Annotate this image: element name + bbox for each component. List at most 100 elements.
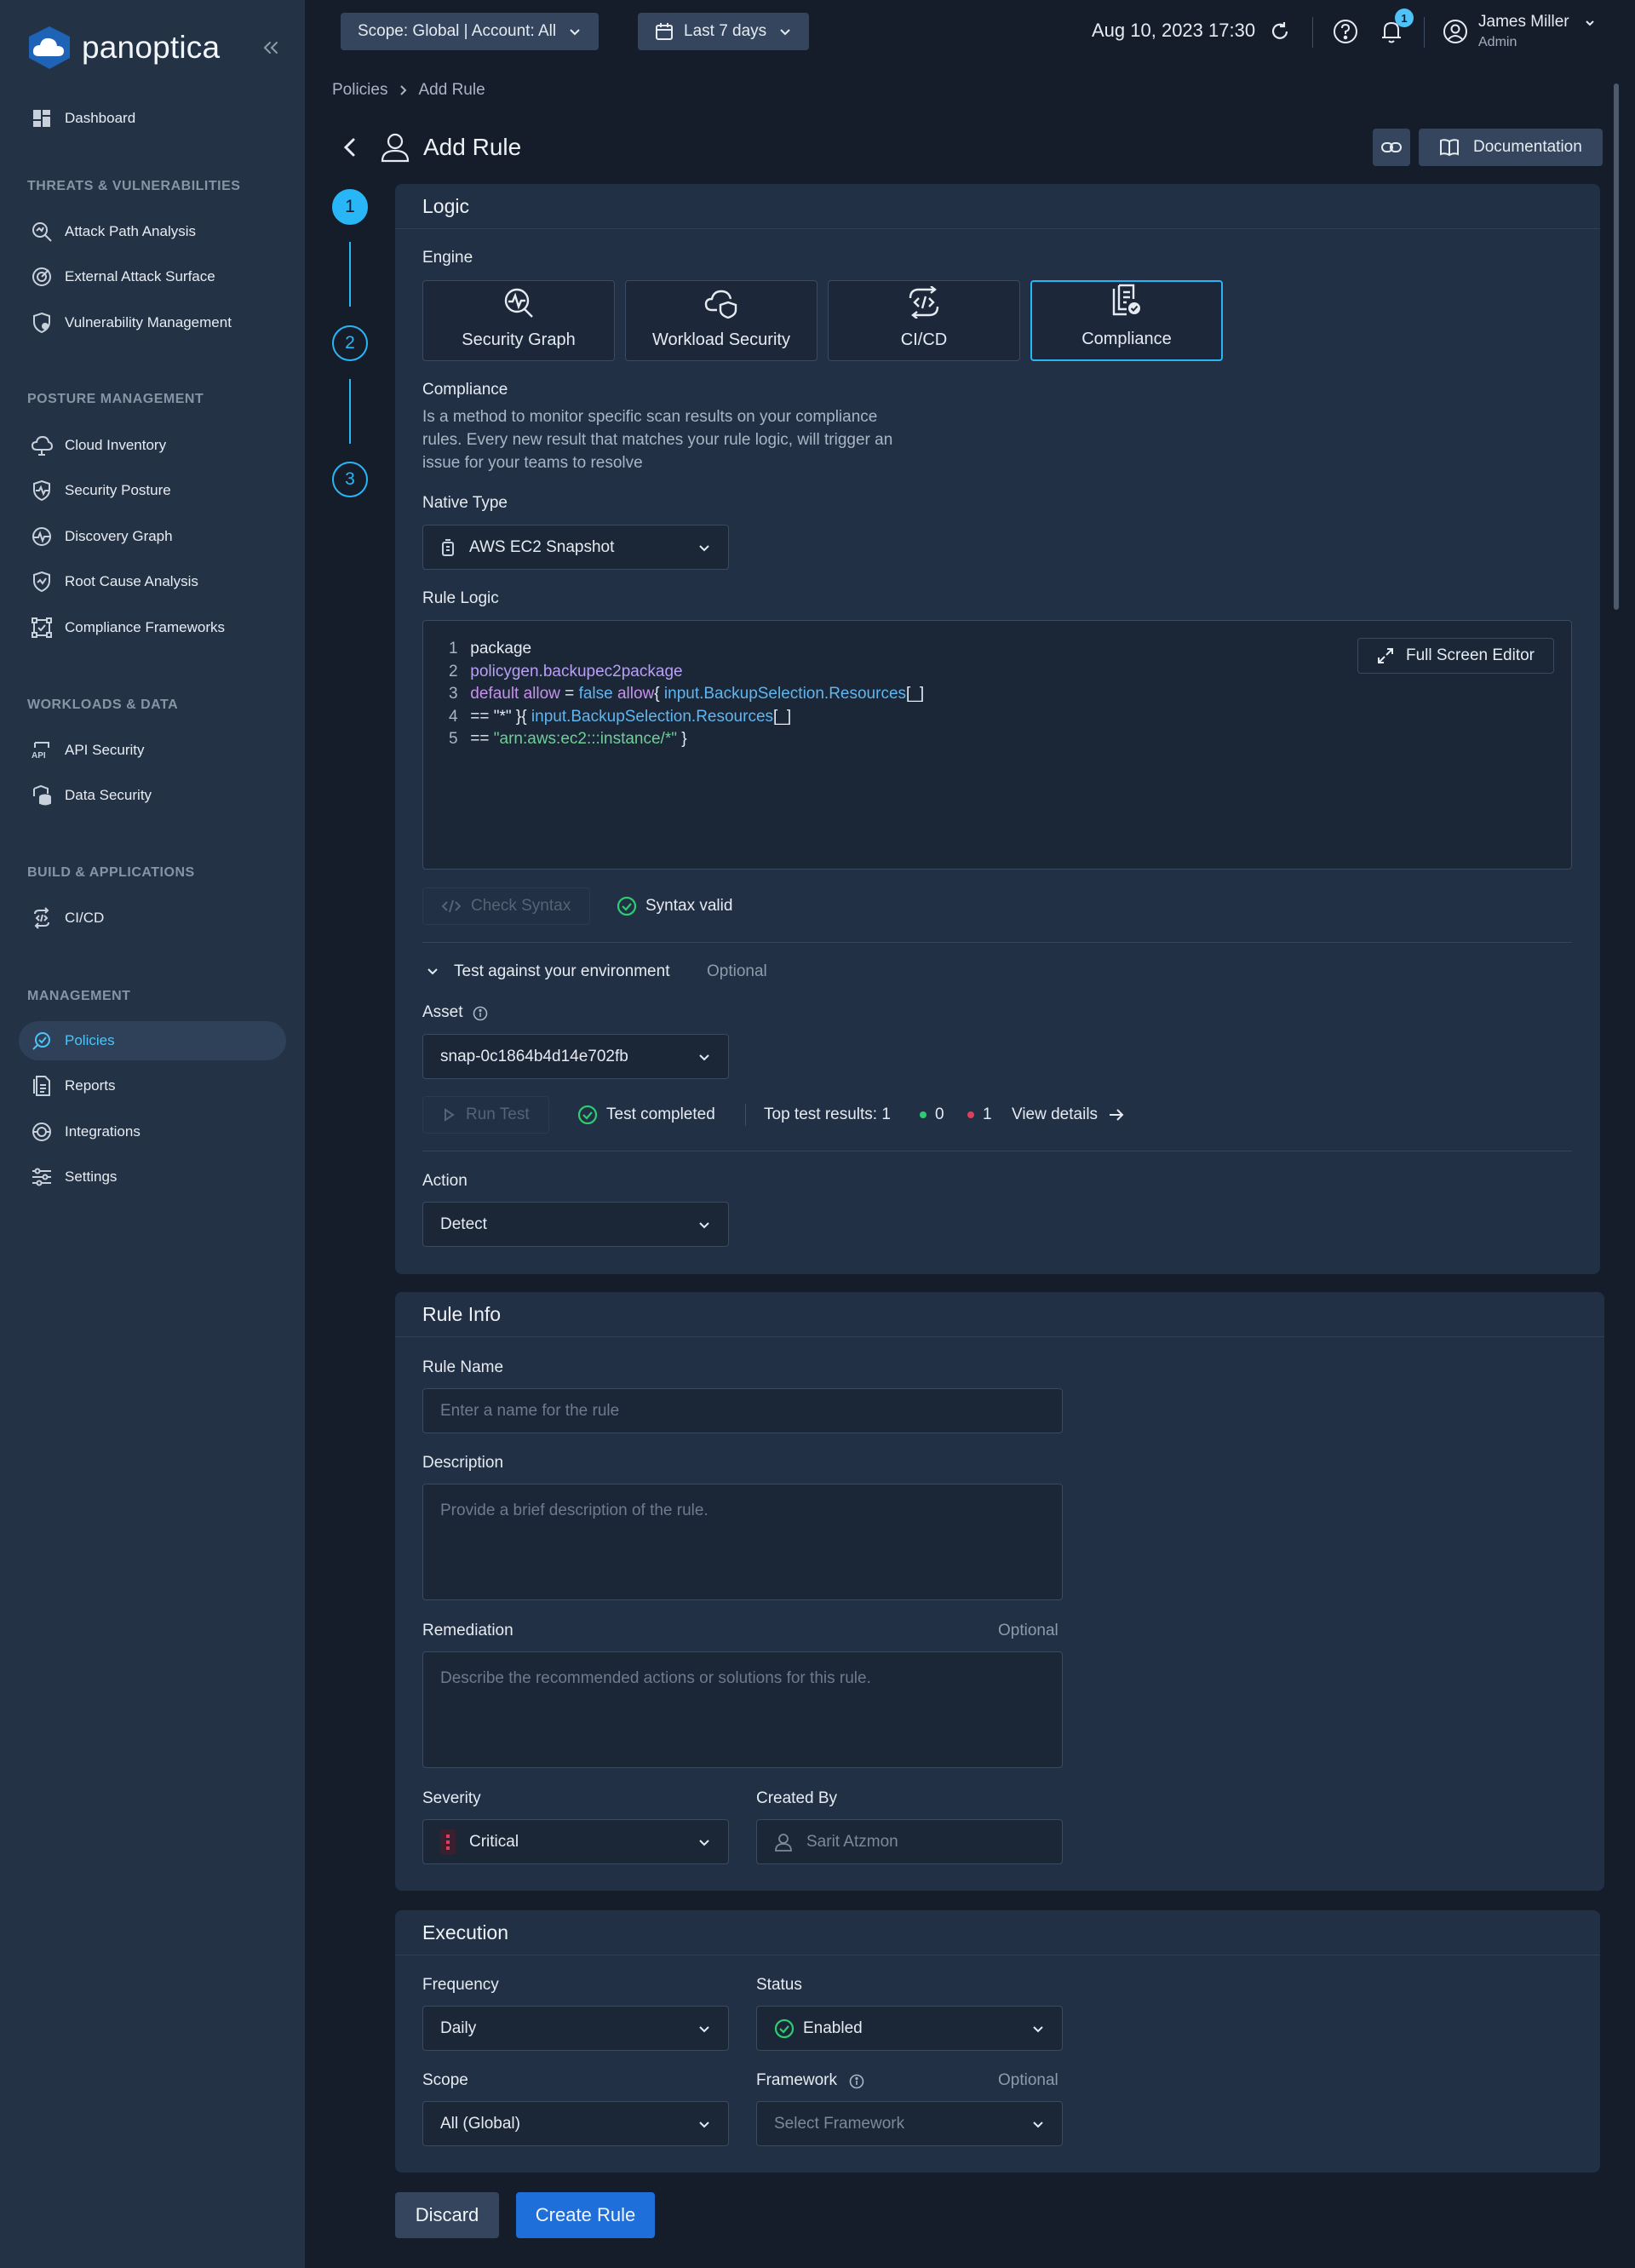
rule-logic-label: Rule Logic	[422, 589, 499, 607]
scrollbar[interactable]	[1614, 83, 1619, 610]
sidebar-item-label: Data Security	[65, 787, 152, 803]
sidebar-item-policies[interactable]: Policies	[19, 1021, 286, 1060]
action-select[interactable]: Detect	[422, 1202, 729, 1247]
user-name[interactable]: James Miller	[1478, 13, 1569, 32]
section-posture-management: POSTURE MANAGEMENT	[27, 392, 204, 406]
asset-value: snap-0c1864b4d14e702fb	[440, 1047, 628, 1065]
graph-search-icon	[504, 288, 533, 318]
discard-button[interactable]: Discard	[395, 2192, 499, 2238]
chevron-down-icon[interactable]	[426, 965, 439, 979]
create-rule-button[interactable]: Create Rule	[516, 2192, 655, 2238]
link-icon	[1381, 141, 1402, 154]
sidebar-item-discovery-graph[interactable]: Discovery Graph	[19, 517, 286, 556]
radar-icon	[29, 264, 54, 290]
sidebar-item-cicd[interactable]: CI/CD	[19, 899, 286, 938]
created-by-value: Sarit Atzmon	[806, 1832, 898, 1851]
sidebar-item-root-cause-analysis[interactable]: Root Cause Analysis	[19, 562, 286, 601]
native-type-value: AWS EC2 Snapshot	[469, 537, 615, 556]
sidebar-item-vulnerability-management[interactable]: Vulnerability Management	[19, 303, 286, 342]
asset-select[interactable]: snap-0c1864b4d14e702fb	[422, 1034, 729, 1079]
engine-label: Engine	[422, 249, 473, 267]
chevron-down-icon	[778, 25, 792, 38]
sidebar-item-attack-path-analysis[interactable]: Attack Path Analysis	[19, 212, 286, 251]
cicd-icon	[909, 286, 939, 319]
rule-logic-editor[interactable]: 1 package 2 policygen.backupec2package 3…	[422, 620, 1572, 870]
copy-link-button[interactable]	[1373, 129, 1410, 166]
syntax-status-label: Syntax valid	[645, 897, 733, 915]
engine-security-graph[interactable]: Security Graph	[422, 280, 615, 361]
rule-info-title: Rule Info	[395, 1292, 1604, 1337]
help-icon[interactable]	[1333, 19, 1358, 44]
sidebar-item-cloud-inventory[interactable]: Cloud Inventory	[19, 426, 286, 465]
status-select[interactable]: Enabled	[756, 2006, 1063, 2051]
native-type-select[interactable]: AWS EC2 Snapshot	[422, 525, 729, 570]
optional-label: Optional	[707, 962, 767, 980]
remediation-textarea[interactable]	[422, 1651, 1063, 1768]
back-icon[interactable]	[341, 136, 359, 158]
documentation-button[interactable]: Documentation	[1419, 129, 1603, 166]
info-icon[interactable]	[473, 1006, 488, 1021]
api-shield-icon: API	[29, 738, 54, 763]
framework-select[interactable]: Select Framework	[756, 2101, 1063, 2146]
notification-badge: 1	[1395, 9, 1414, 27]
sidebar-item-external-attack-surface[interactable]: External Attack Surface	[19, 257, 286, 296]
engine-compliance[interactable]: Compliance	[1030, 280, 1223, 361]
status-label: Status	[756, 1976, 802, 1994]
engine-workload-security[interactable]: Workload Security	[625, 280, 818, 361]
breadcrumb-policies[interactable]: Policies	[332, 81, 387, 100]
user-avatar-icon[interactable]	[1443, 19, 1468, 44]
full-screen-editor-button[interactable]: Full Screen Editor	[1357, 638, 1554, 674]
severity-select[interactable]: Critical	[422, 1819, 729, 1864]
section-build-applications: BUILD & APPLICATIONS	[27, 865, 195, 880]
collapse-sidebar-icon[interactable]	[261, 37, 281, 58]
status-value: Enabled	[803, 2018, 863, 2037]
test-environment-toggle[interactable]: Test against your environment	[454, 962, 669, 981]
refresh-icon[interactable]	[1270, 21, 1290, 42]
engine-label: Compliance	[1081, 330, 1172, 348]
frequency-select[interactable]: Daily	[422, 2006, 729, 2051]
section-management: MANAGEMENT	[27, 989, 131, 1003]
rule-name-input[interactable]	[422, 1388, 1063, 1433]
code-line: 5 == "arn:aws:ec2:::instance/*" }	[449, 730, 687, 749]
svg-text:API: API	[32, 751, 46, 761]
sidebar-item-label: External Attack Surface	[65, 268, 215, 284]
sidebar-item-settings[interactable]: Settings	[19, 1157, 286, 1197]
scope-selector[interactable]: Scope: Global | Account: All	[341, 13, 600, 50]
panoptica-logo-icon	[29, 26, 70, 69]
sidebar-item-api-security[interactable]: API API Security	[19, 731, 286, 770]
step-2[interactable]: 2	[332, 325, 368, 361]
sidebar-item-integrations[interactable]: Integrations	[19, 1112, 286, 1151]
policy-search-icon	[29, 1028, 54, 1054]
view-details-link[interactable]: View details	[1012, 1105, 1125, 1124]
engine-cicd[interactable]: CI/CD	[828, 280, 1020, 361]
code-line: 1 package	[449, 640, 531, 658]
test-status: Test completed	[577, 1105, 715, 1125]
pass-count: 0	[920, 1105, 944, 1124]
date-range-selector[interactable]: Last 7 days	[638, 13, 810, 50]
sidebar-item-security-posture[interactable]: Security Posture	[19, 471, 286, 510]
test-status-label: Test completed	[606, 1105, 715, 1123]
check-syntax-button[interactable]: Check Syntax	[422, 887, 591, 925]
sidebar-item-data-security[interactable]: Data Security	[19, 776, 286, 815]
code-token: }	[676, 730, 687, 748]
step-1[interactable]: 1	[332, 189, 368, 225]
scope-select[interactable]: All (Global)	[422, 2101, 729, 2146]
sidebar-item-reports[interactable]: Reports	[19, 1066, 286, 1105]
sidebar-item-compliance-frameworks[interactable]: Compliance Frameworks	[19, 608, 286, 647]
description-textarea[interactable]	[422, 1484, 1063, 1600]
brand-logo[interactable]: panoptica	[26, 26, 220, 70]
sidebar-item-label: API Security	[65, 742, 145, 758]
check-syntax-label: Check Syntax	[471, 897, 571, 915]
info-icon[interactable]	[849, 2074, 864, 2089]
pass-count-value: 0	[935, 1105, 944, 1123]
chevron-down-icon[interactable]	[1584, 17, 1596, 29]
sidebar-item-label: Policies	[65, 1032, 115, 1048]
sidebar-item-dashboard[interactable]: Dashboard	[19, 99, 286, 138]
code-token: =	[559, 685, 579, 703]
created-by-label: Created By	[756, 1789, 838, 1807]
shield-pulse-icon	[29, 478, 54, 503]
breadcrumb-add-rule: Add Rule	[418, 81, 485, 99]
step-3[interactable]: 3	[332, 462, 368, 497]
run-test-button[interactable]: Run Test	[422, 1096, 549, 1134]
code-token: policygen.backupec2package	[470, 663, 683, 680]
